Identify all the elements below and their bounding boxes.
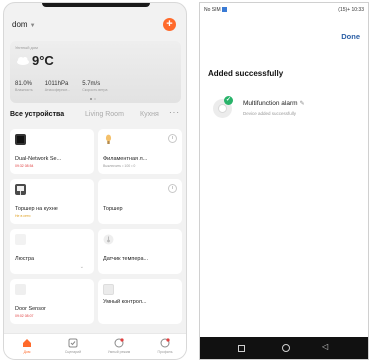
home-icon	[23, 339, 31, 347]
weather-stat-wind: 5.7m/s Скорость ветра	[82, 81, 107, 92]
system-nav-bar: ◁	[200, 337, 368, 359]
chevron-down-icon[interactable]: ⌄	[80, 264, 84, 270]
weather-card[interactable]: Уютный дом 9°C 81.0% Влажность 1011hPa А…	[10, 41, 181, 103]
carrier-label: No SIM	[204, 7, 221, 13]
profile-icon	[160, 338, 170, 348]
device-card[interactable]: Торшер	[98, 179, 182, 224]
smart-icon	[114, 338, 124, 348]
tab-living-room[interactable]: Living Room	[85, 111, 124, 118]
device-card[interactable]: Филаментная л... Выключить • 100 • 0	[98, 129, 182, 174]
stat-label: Атмосферное...	[44, 88, 71, 92]
device-name: Люстра	[15, 256, 35, 262]
notification-icon	[221, 7, 227, 13]
device-name: Door Sensor	[15, 306, 46, 312]
status-left: No SIM	[204, 7, 227, 13]
more-tabs-button[interactable]: ···	[169, 108, 180, 117]
nav-home[interactable]: Дом	[7, 338, 47, 354]
tab-kitchen[interactable]: Кухня	[140, 111, 159, 118]
device-name: Филаментная л...	[103, 156, 148, 162]
edit-icon[interactable]: ✎	[300, 101, 305, 107]
nav-profile[interactable]: Профиль	[145, 338, 185, 354]
nav-label: Умный режим	[107, 350, 131, 354]
checkbox-icon	[68, 338, 78, 348]
stat-value: 1011hPa	[44, 81, 69, 87]
status-bar: No SIM (15)+ 10:33	[200, 3, 368, 17]
device-status: Не в сети	[15, 214, 31, 218]
nav-smart[interactable]: Умный режим	[99, 338, 139, 354]
router-icon	[15, 134, 26, 145]
done-button[interactable]: Done	[341, 32, 360, 41]
home-selector-label: dom	[12, 20, 28, 29]
stat-value: 81.0%	[15, 81, 33, 87]
device-name: Датчик темпера...	[103, 256, 149, 262]
temperature-sensor-icon	[103, 234, 114, 245]
device-name-row: Multifunction alarm ✎	[243, 100, 305, 107]
device-card[interactable]: Торшер на кухне Не в сети	[10, 179, 94, 224]
power-icon[interactable]	[168, 134, 177, 143]
weather-stats: 81.0% Влажность 1011hPa Атмосферное... 5…	[15, 81, 107, 92]
device-status: Device added successfully	[243, 111, 297, 116]
stat-label: Скорость ветра	[82, 88, 108, 92]
back-icon[interactable]: ◁	[322, 342, 328, 351]
cloud-icon	[17, 57, 29, 65]
door-sensor-icon	[15, 284, 26, 295]
floor-lamp-icon	[15, 184, 26, 195]
device-card[interactable]: Умный контрол...	[98, 279, 182, 324]
device-status: 09:32 08:54	[15, 164, 34, 168]
device-name: Multifunction alarm	[243, 100, 298, 107]
weather-stat-humidity: 81.0% Влажность	[15, 81, 33, 92]
device-name: Dual-Network Se...	[15, 156, 62, 162]
device-card[interactable]: Люстра ⌄	[10, 229, 94, 274]
weather-stat-pressure: 1011hPa Атмосферное...	[45, 81, 70, 92]
right-phone-screen: No SIM (15)+ 10:33 Done Added successful…	[199, 2, 369, 360]
screenshot-stage: dom ▼ + Уютный дом 9°C 81.0% Влажность 10…	[0, 0, 371, 362]
power-icon[interactable]	[168, 184, 177, 193]
device-status: Выключить • 100 • 0	[103, 164, 136, 168]
device-status: 09:02 08:07	[15, 314, 34, 318]
stat-value: 5.7m/s	[82, 81, 101, 87]
nav-label: Профиль	[157, 350, 173, 354]
page-title: Added successfully	[208, 69, 284, 78]
device-name: Умный контрол...	[103, 299, 147, 305]
device-name: Торшер	[103, 206, 123, 212]
phone-notch	[42, 3, 150, 7]
nav-label: Сценарий	[64, 350, 82, 354]
room-tabs: Все устройства Living Room Кухня ···	[10, 108, 182, 123]
device-card[interactable]: Dual-Network Se... 09:32 08:54	[10, 129, 94, 174]
home-button-icon[interactable]	[282, 344, 290, 352]
weather-temperature: 9°C	[32, 53, 54, 68]
weather-page-dots	[90, 98, 96, 100]
left-phone-screen: dom ▼ + Уютный дом 9°C 81.0% Влажность 10…	[3, 2, 187, 360]
nav-label: Дом	[23, 350, 31, 354]
check-icon: ✓	[224, 96, 233, 105]
smart-controller-icon	[103, 284, 114, 295]
stat-label: Влажность	[15, 88, 33, 92]
device-name: Торшер на кухне	[15, 206, 58, 212]
recent-apps-icon[interactable]	[238, 345, 245, 352]
status-right: (15)+ 10:33	[338, 7, 364, 13]
bulb-icon	[105, 134, 112, 144]
weather-location: Уютный дом	[15, 45, 38, 50]
chandelier-icon	[15, 234, 26, 245]
nav-scenes[interactable]: Сценарий	[53, 338, 93, 354]
tab-all-devices[interactable]: Все устройства	[10, 111, 64, 118]
device-card[interactable]: Датчик темпера...	[98, 229, 182, 274]
bottom-nav: Дом Сценарий Умный режим Профиль	[4, 333, 186, 359]
chevron-down-icon: ▼	[29, 23, 36, 29]
home-selector[interactable]: dom ▼	[12, 20, 36, 29]
top-bar: dom ▼ +	[4, 15, 186, 37]
device-card[interactable]: Door Sensor 09:02 08:07	[10, 279, 94, 324]
add-device-button[interactable]: +	[163, 18, 176, 31]
